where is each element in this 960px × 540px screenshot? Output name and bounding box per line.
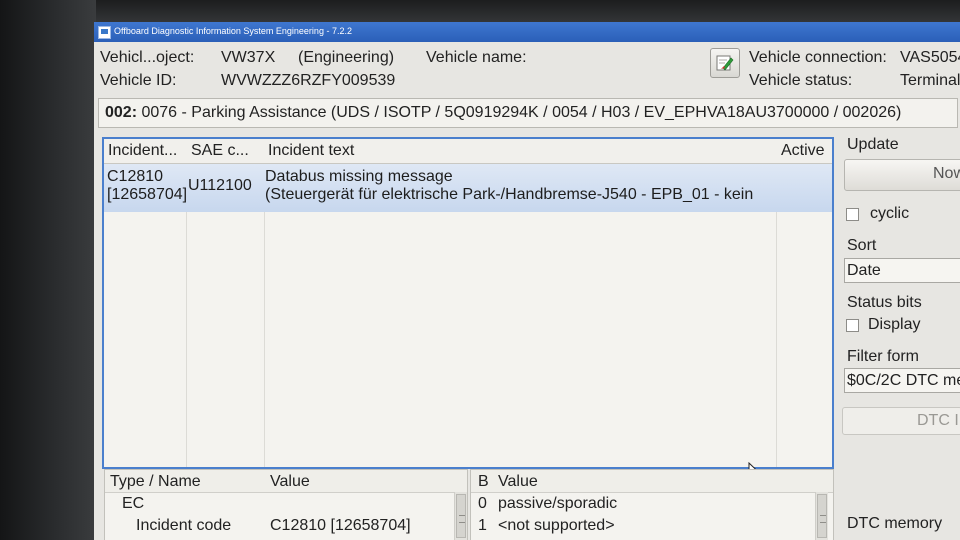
grip-icon [459,515,465,523]
detail-row-name: EC [122,495,145,512]
edit-icon [716,55,734,71]
incident-number-cell: [12658704] [107,186,188,203]
scrollbar-thumb[interactable] [817,494,827,538]
update-now-button-label: Now [933,165,960,182]
detail-table-scrollbar[interactable] [454,492,467,540]
vehicle-connection-value: VAS5054 [900,49,960,66]
vehicle-project-label: Vehicl...oject: [100,49,195,66]
sort-label: Sort [847,237,877,254]
table-row[interactable]: C12810 [12658704] U112100 Databus missin… [104,164,832,212]
status-bit-number: 0 [478,495,487,512]
status-bit-value: passive/sporadic [498,495,618,512]
column-header-value[interactable]: Value [270,473,310,491]
filter-form-select-value: $0C/2C DTC mem [847,372,960,389]
ecu-info-text: 002: 0076 - Parking Assistance (UDS / IS… [105,104,901,122]
window-title: Offboard Diagnostic Information System E… [114,26,352,36]
app-window: Offboard Diagnostic Information System E… [94,22,960,540]
update-label: Update [847,136,899,153]
sort-select-value: Date [847,262,881,279]
incident-text-detail-cell: (Steuergerät für elektrische Park-/Handb… [265,186,754,203]
column-header-type-name[interactable]: Type / Name [110,473,201,491]
vehicle-status-value: Terminal [900,72,960,89]
monitor-bezel-left [0,0,96,540]
vehicle-project-value: VW37X [221,49,276,66]
column-header-incident[interactable]: Incident... [108,142,177,160]
filter-form-select[interactable]: $0C/2C DTC mem [844,368,960,393]
status-bits-label: Status bits [847,294,922,311]
display-label: Display [868,316,921,333]
vehicle-id-value: WVWZZZ6RZFY009539 [221,72,396,89]
update-now-button[interactable]: Now [844,159,960,191]
grip-icon [820,515,826,523]
column-header-incident-text[interactable]: Incident text [268,142,354,160]
cyclic-label: cyclic [870,205,910,222]
vehicle-name-label: Vehicle name: [426,49,527,66]
monitor-bezel-top [0,0,960,22]
vehicle-status-label: Vehicle status: [749,72,853,89]
sort-select[interactable]: Date [844,258,960,283]
incident-text-cell: Databus missing message [265,168,453,185]
incident-table[interactable]: Incident... SAE c... Incident text Activ… [102,137,834,480]
cyclic-checkbox[interactable] [846,208,859,221]
detail-row-name: Incident code [136,517,232,534]
sae-code-cell: U112100 [188,177,252,194]
dtc-button[interactable]: DTC I [842,407,960,435]
status-bits-scrollbar[interactable] [815,492,828,540]
vehicle-mode-value: (Engineering) [298,49,395,66]
incident-table-header: Incident... SAE c... Incident text Activ… [104,139,832,164]
column-header-sae-code[interactable]: SAE c... [191,142,249,160]
detail-row-value: C12810 [12658704] [270,517,411,534]
vehicle-id-label: Vehicle ID: [100,72,177,89]
vehicle-connection-label: Vehicle connection: [749,49,887,66]
column-header-bit-value[interactable]: Value [498,473,538,491]
ecu-info-bar: 002: 0076 - Parking Assistance (UDS / IS… [98,98,958,128]
dtc-button-label: DTC I [917,412,959,429]
status-bit-value: <not supported> [498,517,615,534]
vehicle-status-button[interactable] [710,48,740,78]
dtc-memory-label: DTC memory [847,515,943,532]
status-bits-table[interactable]: B Value 0 passive/sporadic 1 <not suppor… [470,469,834,540]
title-bar: Offboard Diagnostic Information System E… [94,22,960,42]
status-bit-number: 1 [478,517,487,534]
scrollbar-thumb[interactable] [456,494,466,538]
detail-table[interactable]: Type / Name Value EC Incident code C1281… [104,469,468,540]
incident-code-cell: C12810 [107,168,164,185]
app-icon [98,26,111,39]
ecu-address: 002: [105,104,138,121]
filter-form-label: Filter form [847,348,919,365]
display-checkbox[interactable] [846,319,859,332]
ecu-description: 0076 - Parking Assistance (UDS / ISOTP /… [141,104,902,121]
column-header-active[interactable]: Active [781,142,825,160]
column-header-bit[interactable]: B [478,473,489,491]
